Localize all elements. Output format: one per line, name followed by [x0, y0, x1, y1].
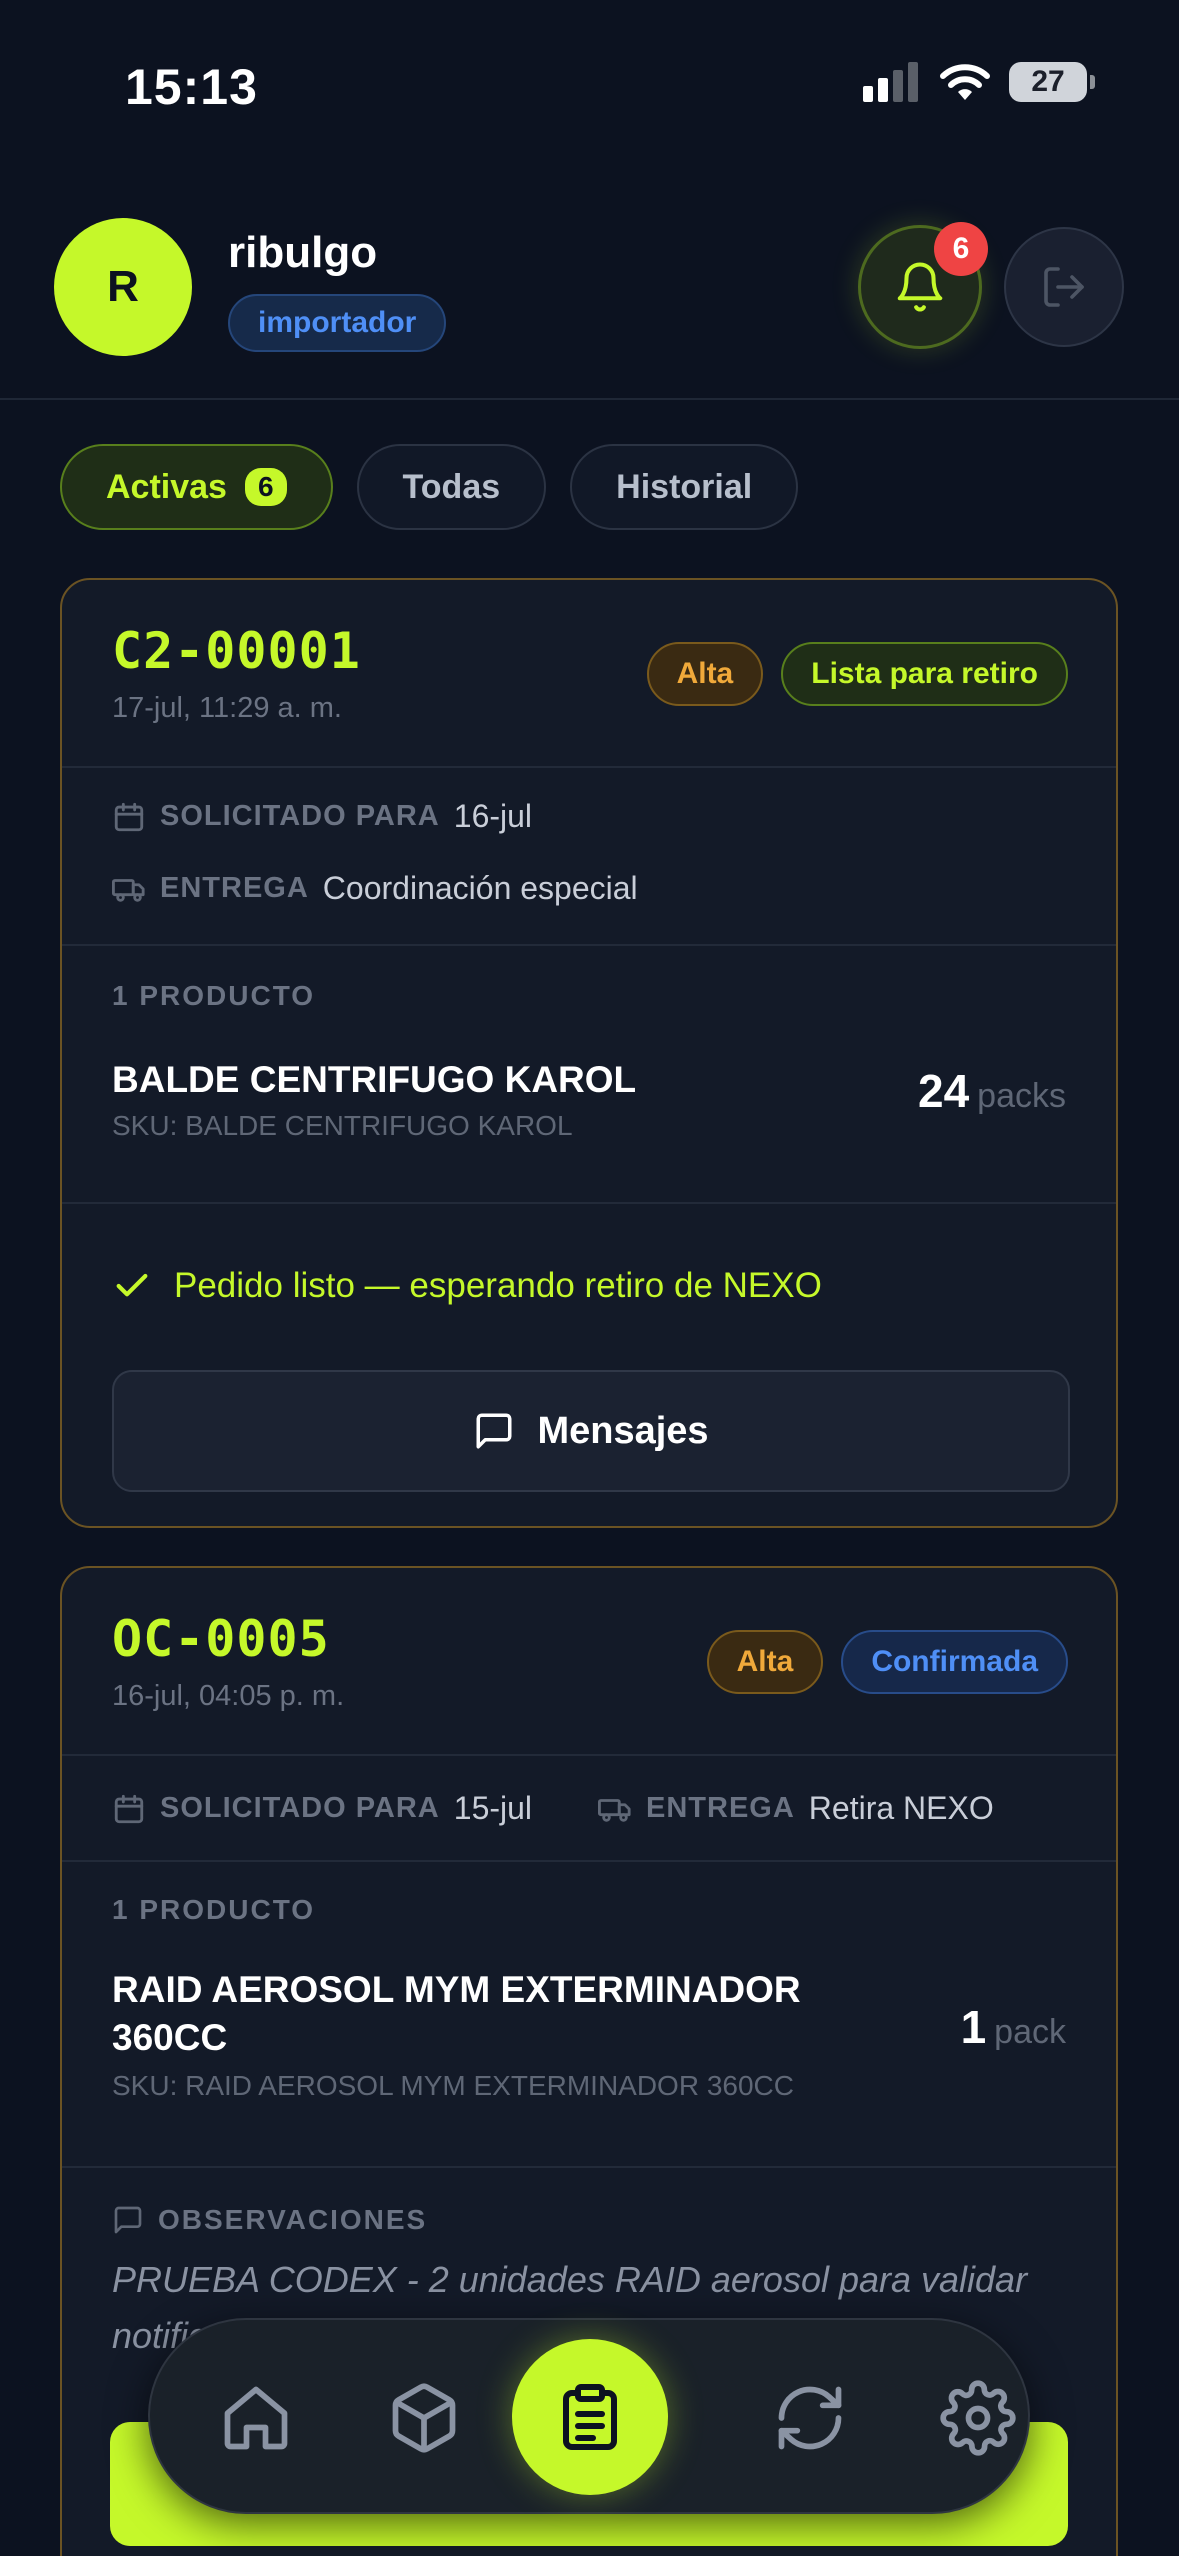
order-id: OC-0005: [112, 1610, 330, 1668]
requested-value: 16-jul: [453, 798, 533, 834]
check-icon: [116, 1273, 148, 1297]
priority-badge: Alta: [646, 642, 764, 706]
status-badge: Confirmada: [841, 1630, 1068, 1694]
logout-button[interactable]: [1004, 227, 1124, 347]
status-badge: Lista para retiro: [781, 642, 1068, 706]
role-badge: importador: [228, 294, 447, 352]
logout-icon: [1044, 267, 1084, 307]
calendar-icon: [114, 1794, 144, 1823]
battery-indicator: 27: [1009, 62, 1095, 102]
quantity-value: 24: [918, 1065, 970, 1117]
requested-label: SOLICITADO PARA: [160, 800, 440, 832]
nav-sync[interactable]: [760, 2368, 860, 2468]
product-name: RAID AEROSOL MYM EXTERMINADOR 360CC: [112, 1966, 801, 2062]
profile-header: R ribulgo importador 6: [0, 170, 1179, 400]
ready-status-text: Pedido listo — esperando retiro de NEXO: [174, 1266, 822, 1305]
product-sku: SKU: RAID AEROSOL MYM EXTERMINADOR 360CC: [112, 2070, 794, 2101]
calendar-icon: [114, 802, 144, 831]
delivery-row: ENTREGA Coordinación especial: [112, 870, 638, 907]
tab-historial[interactable]: Historial: [570, 444, 799, 530]
product-sku: SKU: BALDE CENTRIFUGO KAROL: [112, 1110, 573, 1141]
nav-orders[interactable]: [512, 2339, 668, 2495]
messages-label: Mensajes: [537, 1409, 709, 1452]
requested-label: SOLICITADO PARA: [160, 1792, 440, 1824]
order-card-header: C2-00001 17-jul, 11:29 a. m. Alta Lista …: [62, 580, 1116, 768]
quantity-unit: pack: [994, 2013, 1066, 2051]
delivery-label: ENTREGA: [646, 1792, 795, 1824]
tab-todas[interactable]: Todas: [356, 444, 547, 530]
notifications-count-badge: 6: [934, 222, 988, 276]
order-meta: SOLICITADO PARA 15-jul ENTREGA Retira NE…: [62, 1756, 1116, 1862]
avatar[interactable]: R: [54, 218, 192, 356]
observations-title: OBSERVACIONES: [112, 2204, 427, 2236]
delivery-value: Retira NEXO: [808, 1790, 994, 1826]
order-card: C2-00001 17-jul, 11:29 a. m. Alta Lista …: [60, 578, 1118, 1528]
order-card-header: OC-0005 16-jul, 04:05 p. m. Alta Confirm…: [62, 1568, 1116, 1756]
home-icon: [224, 2386, 288, 2450]
ready-status-line: Pedido listo — esperando retiro de NEXO: [112, 1266, 822, 1306]
nav-home[interactable]: [206, 2368, 306, 2468]
observations-label: OBSERVACIONES: [158, 2204, 428, 2235]
order-date: 16-jul, 04:05 p. m.: [112, 1680, 345, 1712]
order-meta: SOLICITADO PARA 16-jul ENTREGA Coordinac…: [62, 768, 1116, 946]
order-badges: Alta Confirmada: [706, 1630, 1068, 1694]
requested-date-row: SOLICITADO PARA 15-jul: [112, 1790, 532, 1827]
signal-icon: [863, 62, 918, 102]
clipboard-icon: [563, 2384, 617, 2450]
status-bar: 15:13 27: [0, 0, 1179, 170]
truck-icon: [598, 1798, 631, 1822]
quantity-unit: packs: [977, 1077, 1066, 1115]
settings-icon: [940, 2380, 1016, 2456]
requested-date-row: SOLICITADO PARA 16-jul: [112, 798, 532, 835]
bell-icon: [897, 262, 943, 312]
quantity-value: 1: [960, 2001, 987, 2053]
tab-label: Activas: [106, 467, 227, 506]
priority-badge: Alta: [706, 1630, 824, 1694]
wifi-icon: [940, 64, 990, 100]
nav-settings[interactable]: [928, 2368, 1028, 2468]
products-section: 1 PRODUCTO BALDE CENTRIFUGO KAROL SKU: B…: [62, 946, 1116, 1204]
tab-count-badge: 6: [244, 468, 287, 506]
order-badges: Alta Lista para retiro: [646, 642, 1068, 706]
messages-button[interactable]: Mensajes: [112, 1370, 1070, 1492]
product-name: BALDE CENTRIFUGO KAROL: [112, 1059, 637, 1100]
product-name-line: 360CC: [112, 2017, 228, 2058]
order-id: C2-00001: [112, 622, 361, 680]
order-date: 17-jul, 11:29 a. m.: [112, 692, 342, 724]
comment-icon: [114, 2206, 142, 2234]
products-title: 1 PRODUCTO: [112, 1894, 316, 1925]
bottom-nav: [148, 2318, 1030, 2514]
refresh-icon: [778, 2386, 842, 2450]
filter-tabs: Activas 6 Todas Historial: [60, 444, 799, 530]
truck-icon: [112, 878, 145, 902]
delivery-label: ENTREGA: [160, 872, 309, 904]
product-quantity: 1 pack: [961, 2000, 1066, 2054]
box-icon: [392, 2383, 456, 2453]
product-name-line: RAID AEROSOL MYM EXTERMINADOR: [112, 1969, 801, 2010]
tab-activas[interactable]: Activas 6: [60, 444, 333, 530]
nav-products[interactable]: [374, 2368, 474, 2468]
tab-label: Historial: [616, 467, 753, 506]
requested-value: 15-jul: [453, 1790, 533, 1826]
message-icon: [476, 1413, 512, 1449]
products-section: 1 PRODUCTO RAID AEROSOL MYM EXTERMINADOR…: [62, 1862, 1116, 2168]
tab-label: Todas: [402, 467, 501, 506]
product-quantity: 24 packs: [918, 1064, 1066, 1118]
delivery-value: Coordinación especial: [322, 870, 638, 906]
username: ribulgo: [228, 228, 378, 277]
status-time: 15:13: [125, 59, 258, 115]
status-icons: 27: [863, 62, 1095, 102]
delivery-row: ENTREGA Retira NEXO: [598, 1790, 994, 1827]
products-title: 1 PRODUCTO: [112, 980, 316, 1011]
